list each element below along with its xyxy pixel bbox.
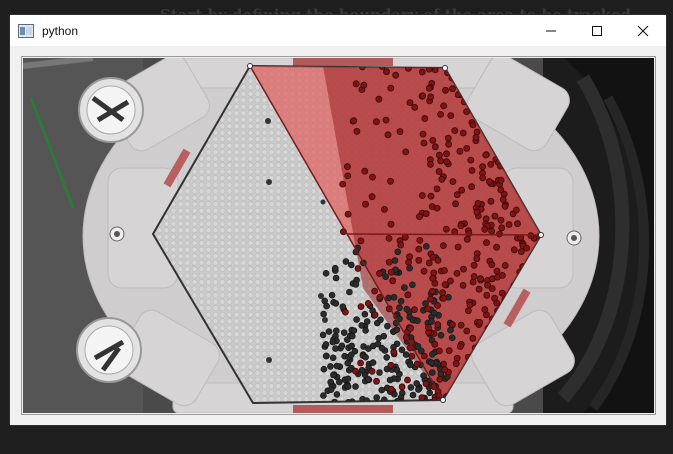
maximize-button[interactable] (574, 15, 620, 46)
gauge-bottom (76, 317, 142, 383)
window-controls (528, 15, 666, 46)
gauge-top (78, 77, 144, 143)
camera-image[interactable] (23, 58, 654, 413)
close-button[interactable] (620, 15, 666, 46)
close-icon (637, 25, 649, 36)
maximize-icon (592, 25, 602, 36)
window-title: python (42, 23, 79, 38)
python-window: python (9, 14, 667, 426)
window-app-icon (18, 23, 34, 38)
minimize-button[interactable] (528, 15, 574, 46)
minimize-icon (546, 30, 556, 31)
title-bar[interactable]: python (10, 15, 666, 46)
